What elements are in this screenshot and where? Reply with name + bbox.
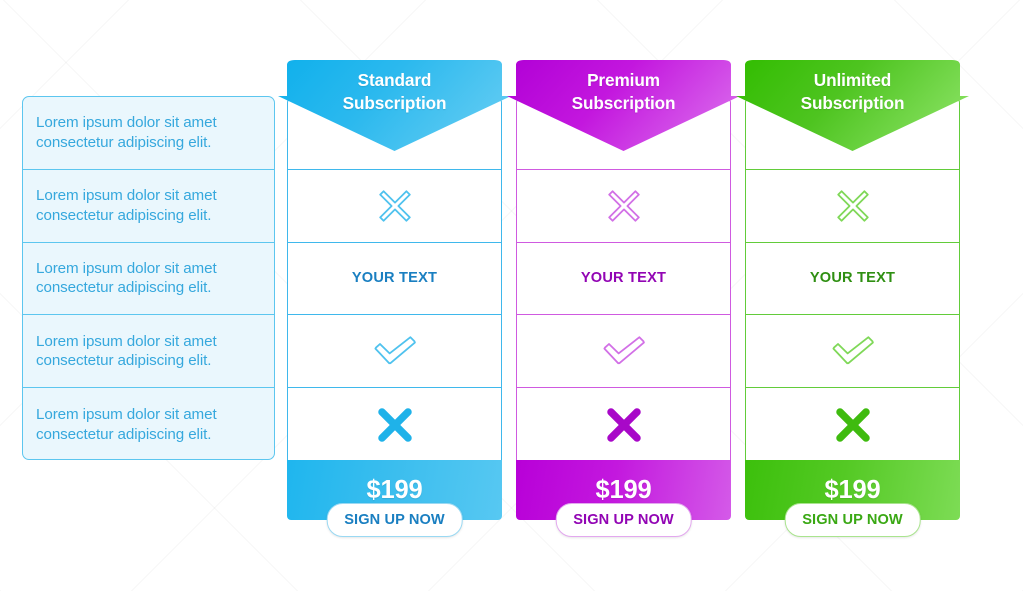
plan-cell xyxy=(288,170,501,243)
check-outline-icon xyxy=(603,336,645,365)
feature-label: Lorem ipsum dolor sit amet consectetur a… xyxy=(36,406,217,443)
plan-card-premium[interactable]: Premium Subscription YOUR TEXT $199 SIGN… xyxy=(507,60,740,537)
plan-cell xyxy=(288,315,501,389)
check-outline-icon xyxy=(832,336,874,365)
plan-cell: YOUR TEXT xyxy=(746,243,959,316)
signup-button-premium[interactable]: SIGN UP NOW xyxy=(555,503,692,537)
plan-card-unlimited[interactable]: Unlimited Subscription YOUR TEXT $199 SI… xyxy=(736,60,969,537)
plan-footer-standard: $199 SIGN UP NOW xyxy=(287,460,502,537)
plan-cell: YOUR TEXT xyxy=(288,243,501,316)
feature-label: Lorem ipsum dolor sit amet consectetur a… xyxy=(36,259,217,297)
plan-banner-standard: Standard Subscription xyxy=(278,60,511,151)
plan-footer-unlimited: $199 SIGN UP NOW xyxy=(745,460,960,537)
plan-cell xyxy=(746,388,959,460)
feature-row: Lorem ipsum dolor sit amet consectetur a… xyxy=(23,170,274,243)
plan-cell xyxy=(517,388,730,460)
feature-label: Lorem ipsum dolor sit amet consectetur a… xyxy=(36,332,217,370)
plan-price: $199 xyxy=(366,475,423,504)
cross-solid-icon xyxy=(835,407,870,442)
plan-banner-premium: Premium Subscription xyxy=(507,60,740,151)
plan-cell-text: YOUR TEXT xyxy=(580,270,667,287)
plan-card-standard[interactable]: Standard Subscription YOUR TEXT $199 SIG… xyxy=(278,60,511,537)
plan-price: $199 xyxy=(824,475,881,504)
plan-cell: YOUR TEXT xyxy=(517,243,730,316)
cross-solid-icon xyxy=(377,407,412,442)
cross-outline-icon xyxy=(836,189,869,222)
feature-list-column: Lorem ipsum dolor sit amet consectetur a… xyxy=(22,96,275,460)
feature-row: Lorem ipsum dolor sit amet consectetur a… xyxy=(23,243,274,316)
plan-cell xyxy=(288,388,501,460)
feature-row: Lorem ipsum dolor sit amet consectetur a… xyxy=(23,388,274,459)
plan-cell xyxy=(746,315,959,389)
cross-solid-icon xyxy=(606,407,641,442)
cross-outline-icon xyxy=(607,189,640,222)
plan-cell xyxy=(517,315,730,389)
plan-cell-text: YOUR TEXT xyxy=(351,270,438,287)
plan-price: $199 xyxy=(595,475,652,504)
plan-cell-text: YOUR TEXT xyxy=(809,270,896,287)
check-outline-icon xyxy=(374,336,416,365)
plan-cell xyxy=(517,170,730,243)
plan-footer-premium: $199 SIGN UP NOW xyxy=(516,460,731,537)
plan-cell xyxy=(746,170,959,243)
signup-button-standard[interactable]: SIGN UP NOW xyxy=(326,503,463,537)
cross-outline-icon xyxy=(378,189,411,222)
plan-banner-unlimited: Unlimited Subscription xyxy=(736,60,969,151)
pricing-table: Lorem ipsum dolor sit amet consectetur a… xyxy=(0,0,1023,591)
feature-row: Lorem ipsum dolor sit amet consectetur a… xyxy=(23,97,274,170)
feature-row: Lorem ipsum dolor sit amet consectetur a… xyxy=(23,315,274,389)
signup-button-unlimited[interactable]: SIGN UP NOW xyxy=(784,503,921,537)
feature-label: Lorem ipsum dolor sit amet consectetur a… xyxy=(36,187,217,224)
feature-label: Lorem ipsum dolor sit amet consectetur a… xyxy=(36,114,217,151)
